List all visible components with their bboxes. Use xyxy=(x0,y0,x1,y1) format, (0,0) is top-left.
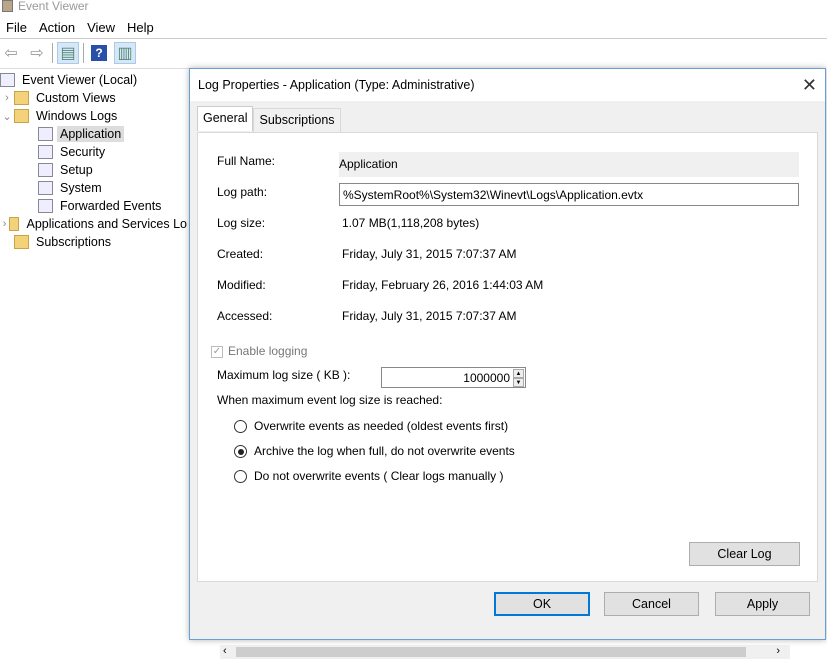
expand-chevron-icon[interactable]: › xyxy=(0,92,14,104)
menu-action[interactable]: Action xyxy=(33,19,81,38)
log-path-label: Log path: xyxy=(217,185,268,199)
show-hide-action-pane-icon[interactable]: ▥ xyxy=(114,42,136,64)
folder-icon xyxy=(14,91,29,105)
show-hide-console-tree-icon[interactable]: ▤ xyxy=(57,42,79,64)
enable-logging-checkbox[interactable]: ✓ Enable logging xyxy=(211,344,307,358)
toolbar-separator xyxy=(52,43,53,63)
radio-do-not-overwrite[interactable]: Do not overwrite events ( Clear logs man… xyxy=(234,469,503,484)
log-size-value: 1.07 MB(1,118,208 bytes) xyxy=(342,216,480,230)
radio-icon xyxy=(234,420,247,434)
accessed-value: Friday, July 31, 2015 7:07:37 AM xyxy=(342,309,517,323)
accessed-label: Accessed: xyxy=(217,309,273,323)
help-icon[interactable]: ? xyxy=(88,42,110,64)
spin-up-icon[interactable]: ▲ xyxy=(513,369,524,378)
tree-root[interactable]: Event Viewer (Local) xyxy=(0,71,190,89)
cancel-button[interactable]: Cancel xyxy=(604,592,699,616)
menu-help[interactable]: Help xyxy=(121,19,160,38)
dialog-title: Log Properties - Application (Type: Admi… xyxy=(190,69,825,101)
created-label: Created: xyxy=(217,247,264,261)
forward-arrow-icon[interactable]: ⇨ xyxy=(26,42,48,64)
toolbar: ⇦ ⇨ ▤ ? ▥ xyxy=(0,41,136,65)
close-icon[interactable]: ✕ xyxy=(802,75,817,96)
event-viewer-icon xyxy=(0,73,15,87)
tree-item-subscriptions[interactable]: Subscriptions xyxy=(0,233,190,251)
scrollbar-thumb[interactable] xyxy=(236,647,746,657)
log-path-field[interactable]: %SystemRoot%\System32\Winevt\Logs\Applic… xyxy=(339,183,799,206)
checkmark-icon: ✓ xyxy=(211,345,223,358)
ok-button[interactable]: OK xyxy=(494,592,590,616)
collapse-chevron-icon[interactable]: ⌄ xyxy=(0,110,14,123)
menu-bar: File Action View Help xyxy=(0,19,827,39)
tree-item-custom-views[interactable]: › Custom Views xyxy=(0,89,190,107)
radio-overwrite[interactable]: Overwrite events as needed (oldest event… xyxy=(234,419,508,434)
tree-item-setup[interactable]: Setup xyxy=(0,161,190,179)
folder-icon xyxy=(14,109,29,123)
tree-item-forwarded-events[interactable]: Forwarded Events xyxy=(0,197,190,215)
tree-item-security[interactable]: Security xyxy=(0,143,190,161)
max-size-stepper[interactable]: 1000000 ▲ ▼ xyxy=(381,367,526,388)
log-icon xyxy=(38,163,53,177)
created-value: Friday, July 31, 2015 7:07:37 AM xyxy=(342,247,517,261)
back-arrow-icon[interactable]: ⇦ xyxy=(0,42,22,64)
general-panel: Full Name: Application Log path: %System… xyxy=(197,132,818,582)
max-size-label: Maximum log size ( KB ): xyxy=(217,368,351,382)
when-full-label: When maximum event log size is reached: xyxy=(217,393,443,407)
spin-down-icon[interactable]: ▼ xyxy=(513,378,524,387)
full-name-label: Full Name: xyxy=(217,154,276,168)
folder-icon xyxy=(14,235,29,249)
tab-general[interactable]: General xyxy=(197,106,254,131)
modified-label: Modified: xyxy=(217,278,266,292)
tab-subscriptions[interactable]: Subscriptions xyxy=(253,108,341,133)
full-name-value: Application xyxy=(339,152,799,177)
clear-log-button[interactable]: Clear Log xyxy=(689,542,800,566)
expand-chevron-icon[interactable]: › xyxy=(0,218,9,230)
log-icon xyxy=(38,145,53,159)
radio-icon xyxy=(234,470,247,484)
tree-item-application[interactable]: Application xyxy=(0,125,190,143)
radio-archive[interactable]: Archive the log when full, do not overwr… xyxy=(234,444,515,459)
folder-icon xyxy=(9,217,20,231)
console-tree: Event Viewer (Local) › Custom Views ⌄ Wind… xyxy=(0,68,190,251)
menu-file[interactable]: File xyxy=(0,19,33,38)
toolbar-separator xyxy=(83,43,84,63)
background-horizontal-scrollbar[interactable]: ‹ › xyxy=(220,645,790,659)
log-properties-dialog: Log Properties - Application (Type: Admi… xyxy=(189,68,826,640)
log-size-label: Log size: xyxy=(217,216,266,230)
scroll-left-icon[interactable]: ‹ xyxy=(223,645,227,657)
scroll-right-icon[interactable]: › xyxy=(776,645,780,657)
tree-item-windows-logs[interactable]: ⌄ Windows Logs xyxy=(0,107,190,125)
tree-item-applications-and-services[interactable]: › Applications and Services Lo xyxy=(0,215,190,233)
apply-button[interactable]: Apply xyxy=(715,592,810,616)
menu-view[interactable]: View xyxy=(81,19,121,38)
log-icon xyxy=(38,127,53,141)
log-icon xyxy=(38,181,53,195)
modified-value: Friday, February 26, 2016 1:44:03 AM xyxy=(342,278,544,292)
window-title: Event Viewer xyxy=(18,0,89,13)
radio-selected-icon xyxy=(234,445,247,459)
tree-item-system[interactable]: System xyxy=(0,179,190,197)
log-icon xyxy=(38,199,53,213)
